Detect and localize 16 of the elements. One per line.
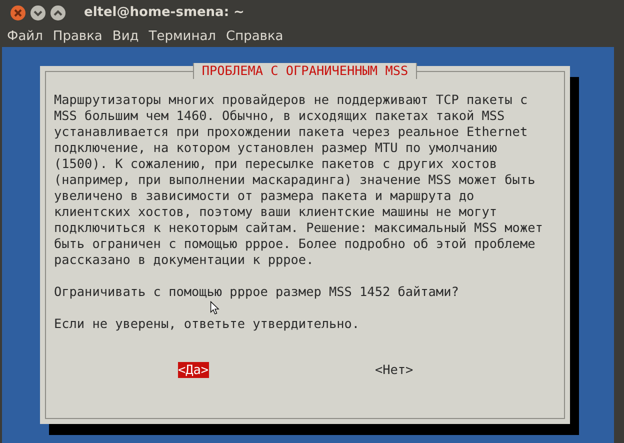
message-text: Маршрутизаторы многих провайдеров не поддерживают TCP пакеты с MSS большим чем 1460. Обычно, в исходящих пакетах такой MSS устанавливается при прохождении пакета через реальное Ethernet подключение, на котором установлен размер MTU по умолчанию (1500). К сожалению, при пересылке пакетов с других хостов (например, при выполнении маскарадинга) значение MSS может быть увеличено в зависимости от размера пакета и маршрута до клиентских хостов, поэтому ваши клиентские машины не могут подключиться к некоторым сайтам. Решение: максимальный MSS может быть ограничен с помощью pppoe. Более подробно об этой проблеме рассказано в документации к pppoe. [54, 92, 543, 268]
mouse-pointer-icon [210, 301, 220, 315]
close-icon[interactable] [10, 4, 26, 20]
window-title: eltel@home-smena: ~ [84, 5, 244, 20]
dialog-button[interactable]: <Да> [178, 362, 209, 378]
hint-text: Если не уверены, ответьте утвердительно. [54, 316, 360, 332]
maximize-icon[interactable] [50, 4, 66, 20]
minimize-icon[interactable] [30, 4, 46, 20]
question-text: Ограничивать с помощью pppoe размер MSS 1452 байтами? [54, 284, 459, 300]
menu-item[interactable]: Файл [2, 28, 48, 44]
dialog-title: ПРОБЛЕМА С ОГРАНИЧЕННЫМ MSS [192, 63, 418, 79]
dialog-button[interactable]: <Нет> [375, 362, 414, 378]
menu-item[interactable]: Вид [107, 28, 144, 44]
menu-item[interactable]: Справка [221, 28, 288, 44]
menu-item[interactable]: Терминал [144, 28, 221, 44]
menu-item[interactable]: Правка [48, 28, 108, 44]
